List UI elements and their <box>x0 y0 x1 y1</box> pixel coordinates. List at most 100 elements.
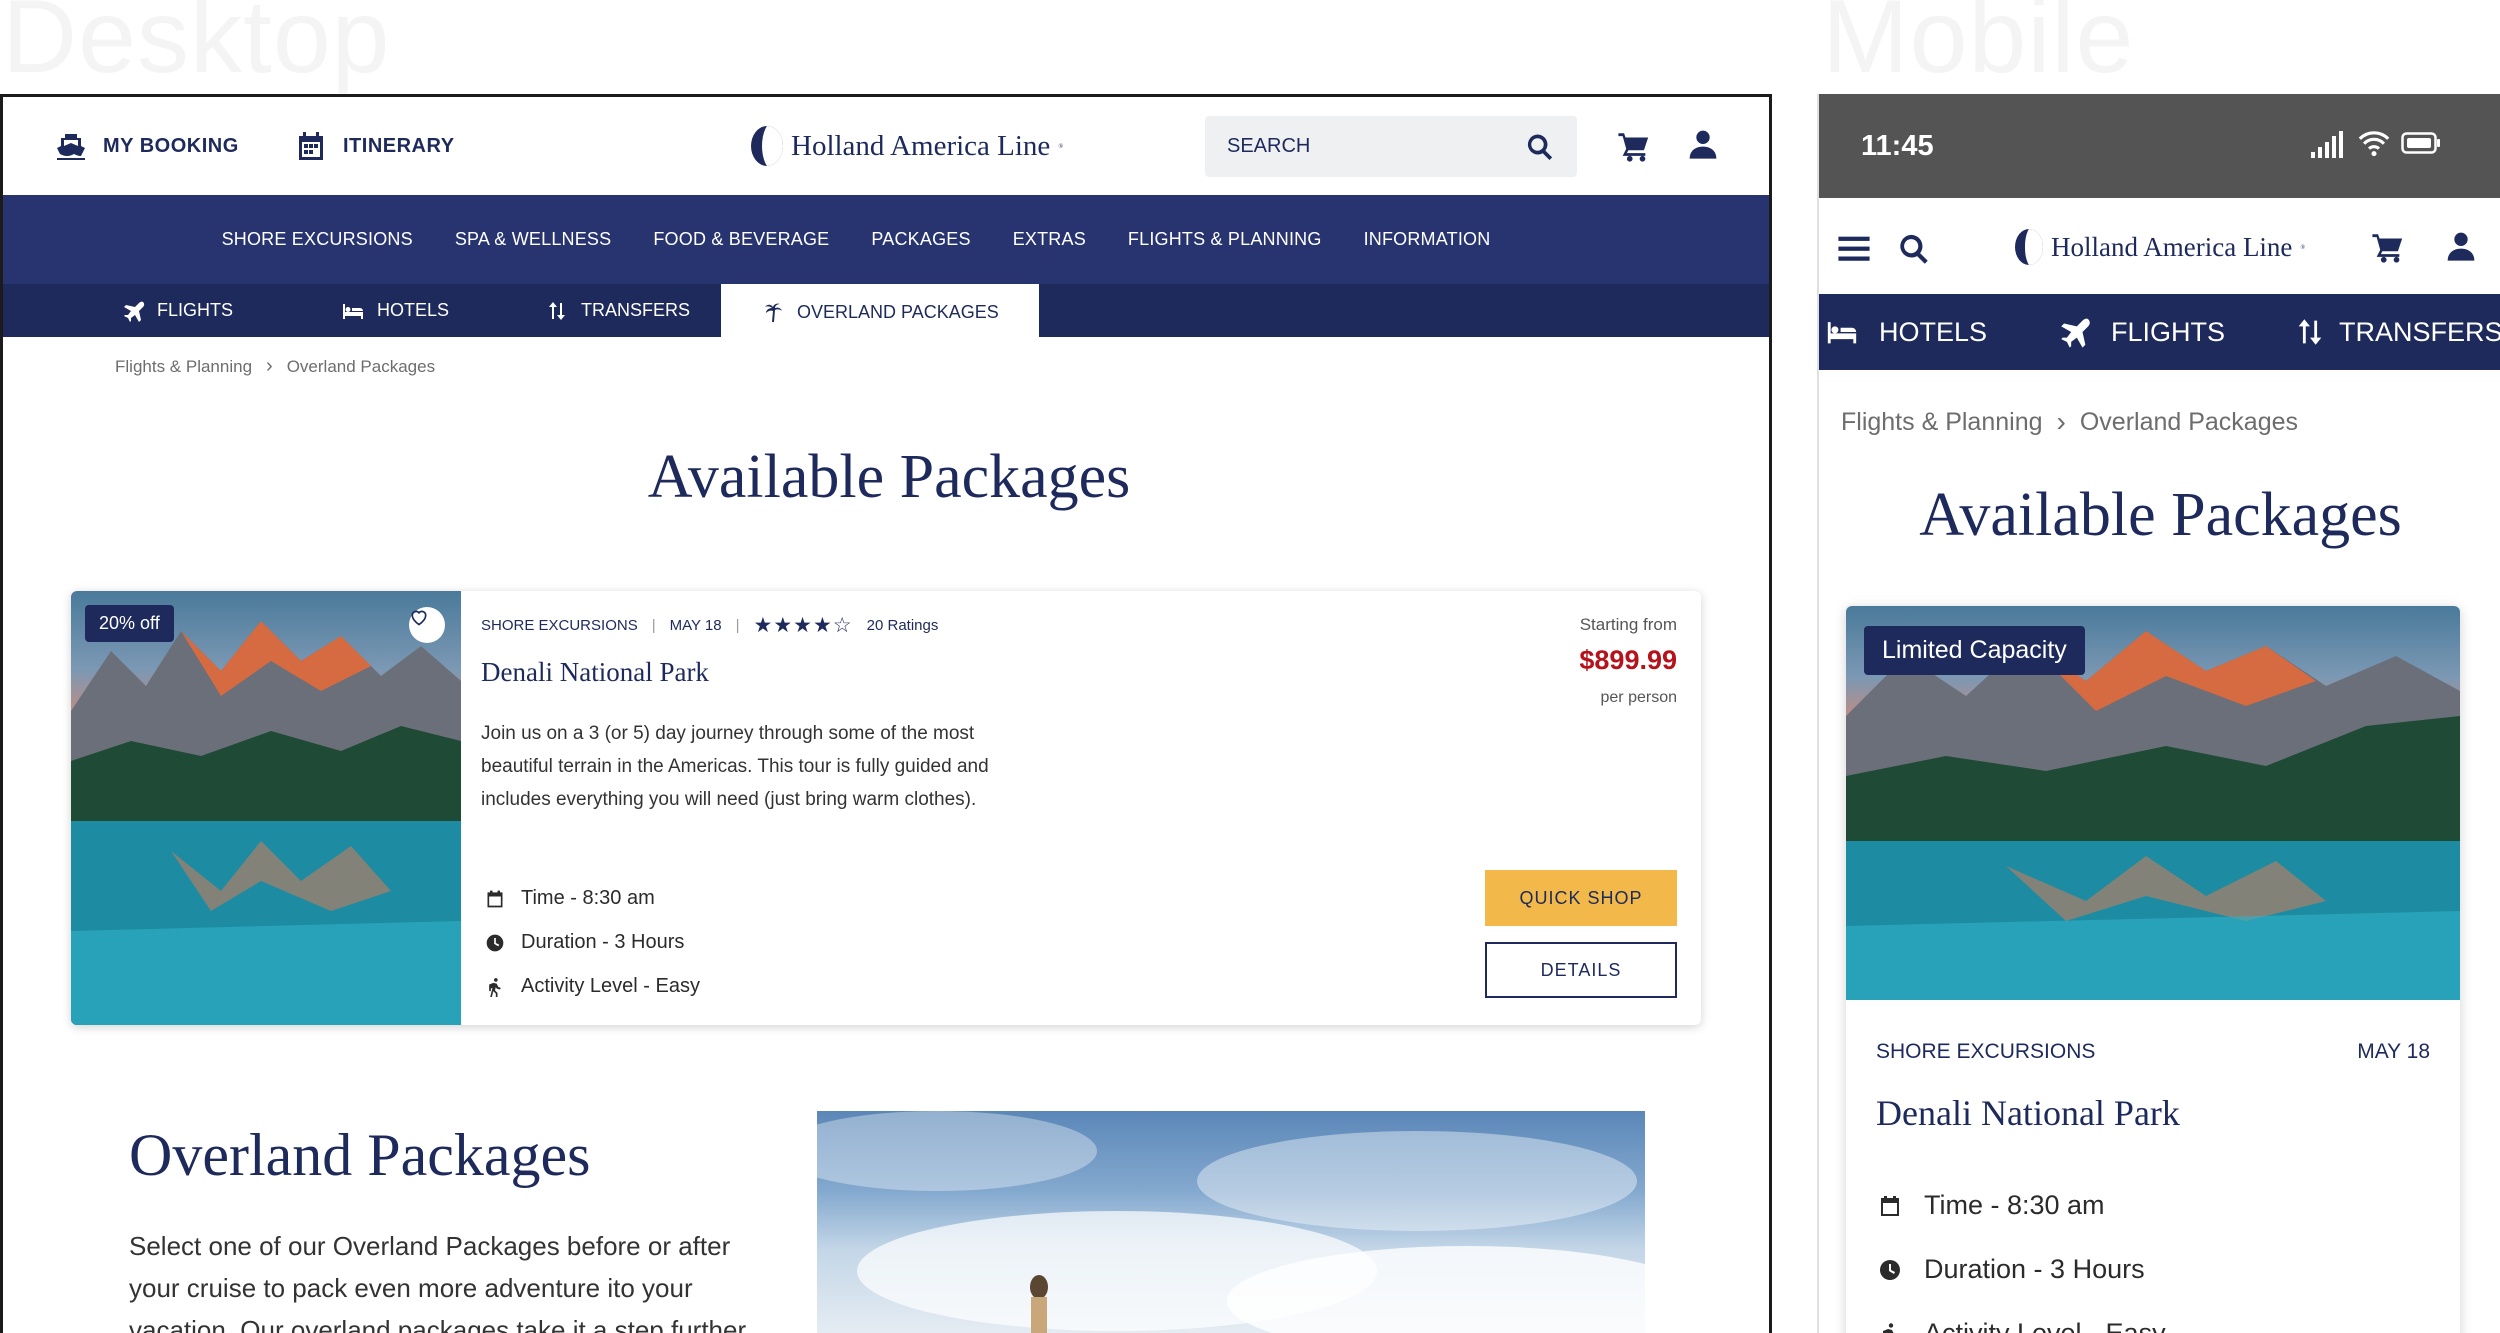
brand-mark-icon <box>751 126 783 166</box>
duration-row: Duration - 3 Hours <box>1878 1254 2145 1285</box>
activity-row: Activity Level - Easy <box>485 975 700 998</box>
star-rating: ★★★★☆ <box>753 614 853 637</box>
menu-icon[interactable] <box>1837 233 1871 263</box>
details-button[interactable]: DETAILS <box>1485 942 1677 998</box>
bed-icon <box>343 303 363 319</box>
tab-transfers[interactable]: TRANSFERS <box>545 284 690 337</box>
card-meta: SHORE EXCURSIONS | MAY 18 | ★★★★☆ 20 Rat… <box>481 613 938 638</box>
nav-extras[interactable]: EXTRAS <box>1013 229 1086 250</box>
search-input[interactable] <box>1227 135 1487 158</box>
heart-icon <box>411 610 427 626</box>
cart-icon <box>1618 133 1649 162</box>
itinerary-link[interactable]: ITINERARY <box>295 130 455 162</box>
desktop-frame: MY BOOKING ITINERARY Holland America Lin… <box>0 94 1772 1333</box>
duration-text: Duration - 3 Hours <box>521 931 685 953</box>
package-card: 20% off SHORE EXCURSIONS | MAY 18 | ★★★★… <box>71 591 1701 1025</box>
status-time: 11:45 <box>1861 130 1934 162</box>
card-title[interactable]: Denali National Park <box>481 657 709 688</box>
breadcrumb-chevron-icon: › <box>266 355 273 377</box>
calendar-icon <box>299 132 323 160</box>
cart-icon[interactable] <box>2371 230 2405 264</box>
breadcrumb-current: Overland Packages <box>286 356 436 376</box>
desktop-heading: Desktop <box>2 0 391 95</box>
nav-shore-excursions[interactable]: SHORE EXCURSIONS <box>222 229 413 250</box>
mobile-header: Holland America Line ® <box>1819 198 2500 298</box>
brand-mark-icon <box>2015 229 2043 265</box>
page-title: Available Packages <box>647 443 1131 511</box>
denali-photo[interactable]: 20% off <box>71 591 461 1025</box>
plane-icon <box>124 301 145 322</box>
discount-badge: 20% off <box>85 605 174 642</box>
nav-flights-planning[interactable]: FLIGHTS & PLANNING <box>1128 229 1322 250</box>
price-label: Starting from <box>1579 615 1677 634</box>
tab-flights[interactable]: FLIGHTS <box>2057 294 2225 370</box>
clock-icon <box>486 934 504 951</box>
overland-heading: Overland Packages <box>129 1122 591 1188</box>
breadcrumb: Flights & Planning › Overland Packages <box>1841 406 2298 438</box>
tab-flights-label: FLIGHTS <box>157 300 234 320</box>
mobile-frame: 11:45 Holland America Line ® HOTELS FLIG… <box>1817 94 2500 1333</box>
plane-icon <box>2061 318 2090 348</box>
denali-photo[interactable]: Limited Capacity <box>1846 606 2460 1000</box>
tab-flights-label: FLIGHTS <box>2111 316 2226 347</box>
package-card: Limited Capacity SHORE EXCURSIONS MAY 18… <box>1846 606 2460 1333</box>
time-text: Time - 8:30 am <box>1924 1190 2105 1220</box>
page-title: Available Packages <box>1919 481 2402 549</box>
mountain-landscape <box>71 621 461 1025</box>
nav-packages[interactable]: PACKAGES <box>871 229 970 250</box>
search-bar[interactable] <box>1205 116 1577 177</box>
brand-logo[interactable]: Holland America Line ® <box>2015 229 2305 265</box>
calendar-icon <box>1881 1195 1899 1216</box>
bed-icon <box>1827 322 1857 344</box>
limited-capacity-badge: Limited Capacity <box>1864 626 2085 675</box>
brand-registered-mark: ® <box>2300 243 2306 251</box>
breadcrumb-parent[interactable]: Flights & Planning <box>1841 408 2043 437</box>
palm-tree-icon <box>765 303 782 322</box>
tab-transfers[interactable]: TRANSFERS <box>2293 294 2500 370</box>
my-booking-link[interactable]: MY BOOKING <box>55 130 239 162</box>
card-title[interactable]: Denali National Park <box>1876 1092 2180 1134</box>
activity-text: Activity Level - Easy <box>521 975 700 997</box>
rating-count[interactable]: 20 Ratings <box>867 617 939 634</box>
card-date: MAY 18 <box>2357 1040 2430 1063</box>
breadcrumb-chevron-icon: › <box>2056 406 2066 437</box>
nav-information[interactable]: INFORMATION <box>1364 229 1491 250</box>
nav-food-beverage[interactable]: FOOD & BEVERAGE <box>653 229 829 250</box>
top-utility-bar: MY BOOKING ITINERARY Holland America Lin… <box>3 97 1769 195</box>
user-icon[interactable] <box>2445 229 2477 263</box>
quick-shop-button[interactable]: QUICK SHOP <box>1485 870 1677 926</box>
brand-name: Holland America Line <box>791 129 1051 162</box>
activity-row: Activity Level - Easy <box>1878 1318 2166 1333</box>
tab-hotels-label: HOTELS <box>1879 316 1988 347</box>
overland-photo <box>817 1111 1645 1333</box>
status-bar: 11:45 <box>1819 94 2500 198</box>
breadcrumb-parent[interactable]: Flights & Planning <box>115 357 252 377</box>
favorite-button[interactable] <box>409 607 445 643</box>
time-row: Time - 8:30 am <box>485 887 655 910</box>
time-row: Time - 8:30 am <box>1878 1190 2105 1221</box>
nav-spa-wellness[interactable]: SPA & WELLNESS <box>455 229 612 250</box>
tab-hotels[interactable]: HOTELS <box>1825 294 1987 370</box>
tab-overland-packages[interactable]: OVERLAND PACKAGES <box>721 284 1039 340</box>
my-booking-label: MY BOOKING <box>103 134 239 157</box>
tab-flights[interactable]: FLIGHTS <box>121 284 233 337</box>
search-icon[interactable] <box>1525 132 1555 162</box>
overland-text: Select one of our Overland Packages befo… <box>129 1231 752 1333</box>
account-button[interactable] <box>1687 128 1719 165</box>
search-icon[interactable] <box>1897 232 1931 266</box>
sky-clouds <box>817 1111 1645 1333</box>
comparison-canvas: Desktop Mobile MY BOOKING ITINERARY Holl… <box>0 0 2500 1333</box>
transfer-arrows-icon <box>2298 319 2322 345</box>
card-category: SHORE EXCURSIONS <box>1876 1040 2096 1063</box>
price-value: $899.99 <box>1579 645 1677 675</box>
time-text: Time - 8:30 am <box>521 887 655 909</box>
cart-button[interactable] <box>1617 129 1651 168</box>
tab-hotels[interactable]: HOTELS <box>341 284 449 337</box>
transfer-arrows-icon <box>549 301 565 320</box>
ship-icon <box>57 134 85 160</box>
user-icon <box>1689 130 1717 159</box>
meta-divider: | <box>651 617 656 634</box>
walking-person-icon <box>1883 1322 1894 1333</box>
brand-logo[interactable]: Holland America Line ® <box>751 126 1063 166</box>
battery-icon <box>2401 132 2440 154</box>
